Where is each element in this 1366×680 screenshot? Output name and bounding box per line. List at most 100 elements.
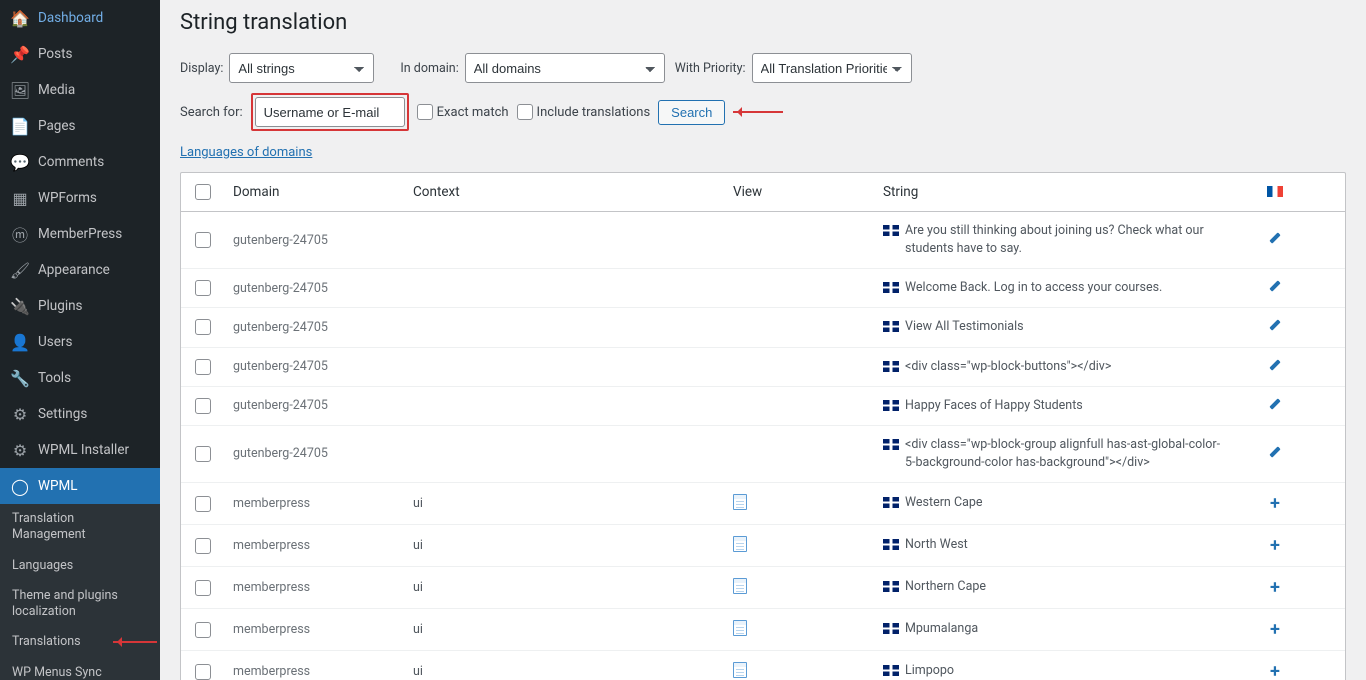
table-row: memberpress ui Northern Cape +: [181, 567, 1345, 609]
col-domain[interactable]: Domain: [225, 174, 405, 210]
add-plus-icon[interactable]: +: [1270, 619, 1280, 640]
sidebar-item-posts[interactable]: 📌Posts: [0, 36, 160, 72]
document-icon[interactable]: [733, 494, 747, 510]
submenu-item-languages[interactable]: Languages: [0, 551, 160, 581]
menu-icon: ⓜ: [10, 224, 30, 244]
domain-label: In domain:: [400, 61, 458, 76]
cell-action: +: [1235, 483, 1315, 524]
cell-context: [405, 230, 725, 250]
search-label: Search for:: [180, 105, 243, 120]
languages-of-domains-link[interactable]: Languages of domains: [180, 145, 312, 160]
add-plus-icon[interactable]: +: [1270, 493, 1280, 514]
include-translations-checkbox[interactable]: [517, 104, 533, 120]
cell-view: [725, 357, 875, 377]
menu-icon: ⚙: [10, 404, 30, 424]
uk-flag-icon: [883, 321, 899, 332]
sidebar-item-wpml[interactable]: ◯WPML: [0, 468, 160, 504]
add-plus-icon[interactable]: +: [1270, 577, 1280, 598]
row-checkbox[interactable]: [195, 359, 211, 375]
menu-icon: 🔧: [10, 368, 30, 388]
sidebar-item-appearance[interactable]: 🖌Appearance: [0, 252, 160, 288]
row-checkbox[interactable]: [195, 232, 211, 248]
edit-pencil-icon[interactable]: [1268, 397, 1282, 411]
sidebar-item-wpml-installer[interactable]: ⚙WPML Installer: [0, 432, 160, 468]
french-flag-icon: [1267, 186, 1283, 197]
row-checkbox[interactable]: [195, 664, 211, 680]
edit-pencil-icon[interactable]: [1268, 318, 1282, 332]
sidebar-item-tools[interactable]: 🔧 Tools: [0, 360, 160, 396]
document-icon[interactable]: [733, 662, 747, 678]
cell-view: [725, 278, 875, 298]
cell-string: Are you still thinking about joining us?…: [875, 212, 1235, 268]
select-all-checkbox[interactable]: [195, 184, 211, 200]
edit-pencil-icon[interactable]: [1268, 279, 1282, 293]
table-header-row: Domain Context View String: [181, 173, 1345, 212]
uk-flag-icon: [883, 497, 899, 508]
string-text: <div class="wp-block-buttons"></div>: [905, 358, 1111, 376]
menu-label: Settings: [38, 406, 87, 422]
sidebar-item-dashboard[interactable]: 🏠Dashboard: [0, 0, 160, 36]
col-view[interactable]: View: [725, 174, 875, 210]
sidebar-item-settings[interactable]: ⚙ Settings: [0, 396, 160, 432]
sidebar-item-comments[interactable]: 💬Comments: [0, 144, 160, 180]
add-plus-icon[interactable]: +: [1270, 661, 1280, 680]
sidebar-item-wpforms[interactable]: ▦WPForms: [0, 180, 160, 216]
menu-icon: 🖼: [10, 80, 30, 100]
sidebar-item-memberpress[interactable]: ⓜMemberPress: [0, 216, 160, 252]
document-icon[interactable]: [733, 620, 747, 636]
uk-flag-icon: [883, 539, 899, 550]
cell-context: [405, 357, 725, 377]
string-text: North West: [905, 536, 968, 554]
row-checkbox[interactable]: [195, 398, 211, 414]
table-row: memberpress ui Western Cape +: [181, 483, 1345, 525]
submenu-item-theme-and-plugins-localization[interactable]: Theme and plugins localization: [0, 581, 160, 628]
col-context[interactable]: Context: [405, 174, 725, 210]
search-input[interactable]: [255, 97, 405, 127]
cell-view: [725, 652, 875, 680]
submenu-item-translation-management[interactable]: Translation Management: [0, 504, 160, 551]
edit-pencil-icon[interactable]: [1268, 231, 1282, 245]
sidebar-item-plugins[interactable]: 🔌Plugins: [0, 288, 160, 324]
domain-select[interactable]: All domains: [465, 53, 665, 83]
row-checkbox[interactable]: [195, 446, 211, 462]
string-text: Northern Cape: [905, 578, 986, 596]
cell-string: Northern Cape: [875, 568, 1235, 606]
col-string[interactable]: String: [875, 174, 1235, 210]
edit-pencil-icon[interactable]: [1268, 445, 1282, 459]
cell-action: +: [1235, 651, 1315, 680]
string-text: Mpumalanga: [905, 620, 978, 638]
cell-action: +: [1235, 525, 1315, 566]
priority-select[interactable]: All Translation Priorities: [752, 53, 912, 83]
row-checkbox[interactable]: [195, 280, 211, 296]
edit-pencil-icon[interactable]: [1268, 358, 1282, 372]
row-checkbox[interactable]: [195, 538, 211, 554]
cell-domain: gutenberg-24705: [225, 271, 405, 306]
add-plus-icon[interactable]: +: [1270, 535, 1280, 556]
cell-context: ui: [405, 654, 725, 680]
submenu-item-wp-menus-sync[interactable]: WP Menus Sync: [0, 658, 160, 680]
sidebar-item-media[interactable]: 🖼Media: [0, 72, 160, 108]
annotation-arrow-sidebar: [113, 637, 163, 647]
document-icon[interactable]: [733, 536, 747, 552]
string-text: Are you still thinking about joining us?…: [905, 222, 1227, 258]
cell-context: ui: [405, 612, 725, 647]
sidebar-item-pages[interactable]: 📄Pages: [0, 108, 160, 144]
document-icon[interactable]: [733, 578, 747, 594]
sidebar-item-users[interactable]: 👤Users: [0, 324, 160, 360]
menu-icon: 📄: [10, 116, 30, 136]
row-checkbox[interactable]: [195, 496, 211, 512]
priority-label: With Priority:: [675, 61, 746, 76]
exact-match-checkbox[interactable]: [417, 104, 433, 120]
search-button[interactable]: Search: [658, 100, 725, 125]
row-checkbox[interactable]: [195, 319, 211, 335]
cell-string: View All Testimonials: [875, 308, 1235, 346]
cell-action: +: [1235, 567, 1315, 608]
row-checkbox[interactable]: [195, 622, 211, 638]
row-checkbox[interactable]: [195, 580, 211, 596]
cell-action: +: [1235, 609, 1315, 650]
uk-flag-icon: [883, 400, 899, 411]
uk-flag-icon: [883, 361, 899, 372]
menu-label: Tools: [38, 370, 71, 386]
display-select[interactable]: All strings: [229, 53, 374, 83]
menu-label: Posts: [38, 46, 72, 62]
